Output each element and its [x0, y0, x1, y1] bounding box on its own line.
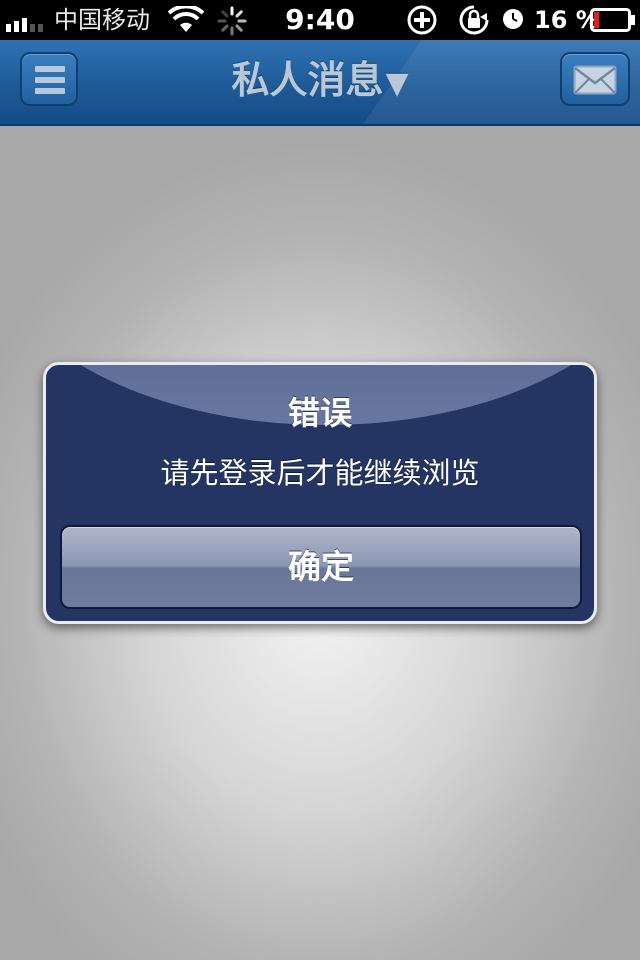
envelope-icon	[573, 65, 617, 95]
dropdown-caret-icon: ▼	[385, 66, 409, 101]
wifi-icon	[168, 6, 204, 32]
rotation-lock-icon	[459, 5, 489, 35]
plus-circle-icon	[407, 5, 437, 35]
messages-button[interactable]	[560, 52, 630, 106]
confirm-button[interactable]: 确定	[60, 525, 582, 609]
signal-bars-icon	[6, 18, 43, 32]
menu-icon	[35, 66, 65, 94]
status-bar: 中国移动 9:40 16 %	[0, 0, 640, 40]
navigation-bar: 私人消息▼	[0, 40, 640, 126]
alert-title: 错误	[287, 394, 352, 432]
alert-message: 请先登录后才能继续浏览	[160, 456, 480, 490]
status-time: 9:40	[285, 3, 355, 36]
activity-spinner-icon	[217, 6, 247, 36]
nav-title-dropdown[interactable]: 私人消息▼	[170, 54, 470, 110]
carrier-name: 中国移动	[54, 6, 150, 34]
menu-button[interactable]	[20, 52, 78, 106]
error-alert-dialog: 错误 请先登录后才能继续浏览 确定	[43, 362, 597, 624]
battery-icon	[590, 8, 635, 32]
alarm-clock-icon	[503, 9, 523, 29]
nav-title: 私人消息	[231, 58, 384, 102]
confirm-button-label: 确定	[288, 547, 354, 586]
